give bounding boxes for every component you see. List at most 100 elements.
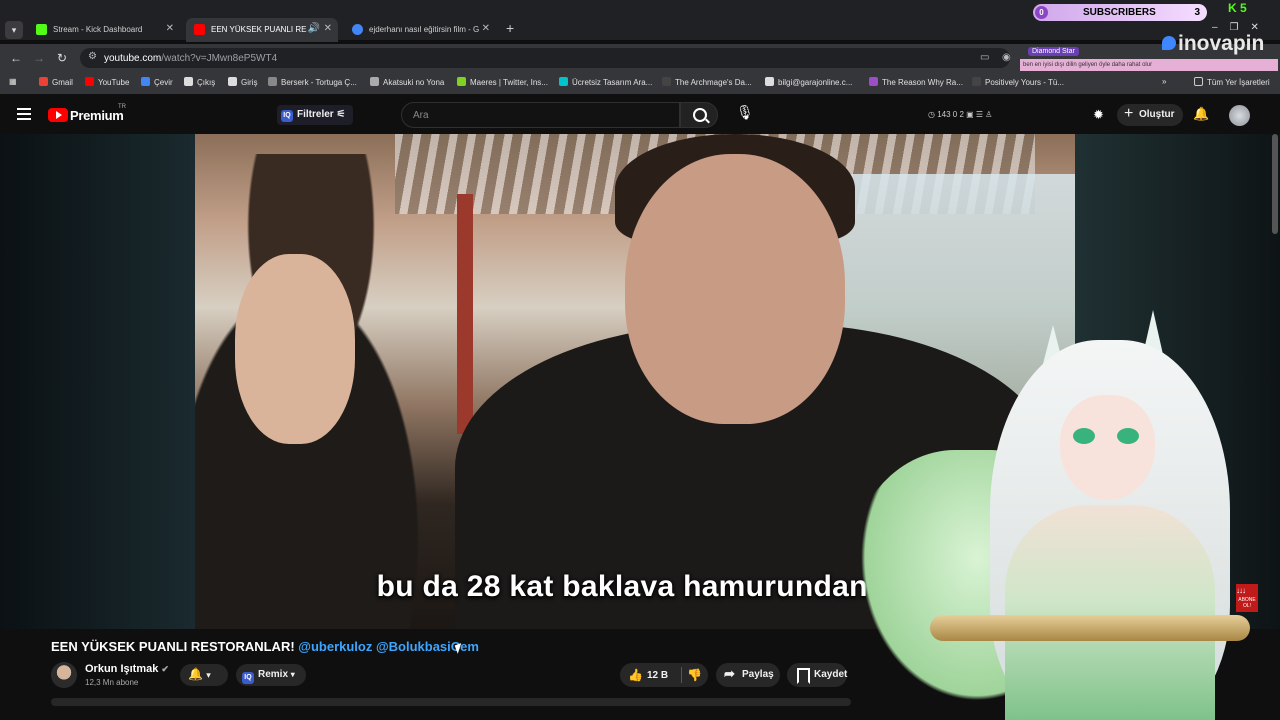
search-button[interactable]	[680, 102, 718, 128]
search-input[interactable]: Ara	[401, 102, 680, 128]
bookmark-favicon-icon	[370, 77, 379, 86]
tab-title: Stream - Kick Dashboard	[53, 25, 143, 34]
back-icon[interactable]: ←	[10, 51, 22, 65]
more-bookmarks-icon[interactable]: »	[1162, 77, 1166, 86]
bookmark-item[interactable]: The Reason Why Ra...	[869, 77, 963, 87]
google-favicon-icon	[352, 24, 363, 35]
youtube-premium-logo[interactable]: Premium	[70, 108, 124, 123]
create-button[interactable]: Oluştur	[1117, 104, 1183, 126]
notifications-icon[interactable]: 🔔	[1193, 106, 1209, 122]
thumbs-down-icon[interactable]: 👎	[687, 668, 702, 682]
bookmark-label: Maeres | Twitter, Ins...	[470, 78, 548, 87]
thumbs-up-icon[interactable]: 👍	[628, 668, 643, 682]
bookmark-item[interactable]: Giriş	[228, 77, 257, 87]
bookmark-label: The Archmage's Da...	[675, 78, 752, 87]
bookmark-label: Berserk - Tortuga Ç...	[281, 78, 357, 87]
url-path: /watch?v=JMwn8eP5WT4	[161, 53, 278, 64]
page-scrollbar[interactable]	[1272, 134, 1278, 234]
tab-title: ejderhanı nasıl eğitirsin film - G	[369, 25, 479, 34]
chevron-down-icon: ▾	[206, 670, 211, 680]
speaker-icon[interactable]: 🔊	[308, 23, 320, 34]
tab-kick-dashboard[interactable]: Stream - Kick Dashboard ✕	[28, 18, 180, 42]
video-person-right-face	[625, 154, 845, 424]
tab-youtube-video[interactable]: EEN YÜKSEK PUANLI RESTORA 🔊 ✕	[186, 18, 338, 42]
share-button[interactable]: Paylaş	[716, 663, 780, 687]
down-arrows-icon: ↓↓↓	[1236, 586, 1246, 595]
filters-button[interactable]: IQ Filtreler ⚟	[277, 105, 354, 125]
bookmark-label: Akatsuki no Yona	[383, 78, 445, 87]
sponsor-tag: Diamond Star	[1028, 47, 1079, 56]
extension-icons[interactable]: ▣ ☰ ♙	[964, 110, 992, 119]
channel-avatar[interactable]	[51, 662, 77, 688]
kick-count: 5	[1240, 1, 1247, 15]
screen: ▾ Stream - Kick Dashboard ✕ EEN YÜKSEK P…	[0, 0, 1280, 720]
bookmark-item[interactable]: Gmail	[39, 77, 73, 87]
bookmark-item[interactable]: Maeres | Twitter, Ins...	[457, 77, 548, 87]
all-bookmarks-label: Tüm Yer İşaretleri	[1207, 78, 1270, 87]
kick-favicon-icon	[36, 24, 47, 35]
menu-icon[interactable]	[17, 108, 31, 120]
video-title-mentions[interactable]: @uberkuloz @BolukbasiCem	[298, 639, 479, 654]
bookmark-item[interactable]: YouTube	[85, 77, 129, 87]
vtuber-eye-left	[1073, 428, 1095, 444]
account-avatar[interactable]	[1229, 105, 1250, 126]
bookmark-item[interactable]: Ücretsiz Tasarım Ara...	[559, 77, 652, 87]
subscriber-goal-widget: 0 SUBSCRIBERS 3	[1033, 4, 1207, 21]
like-dislike-group[interactable]: 👍 12 B 👎	[620, 663, 708, 687]
reload-icon[interactable]: ↻	[57, 51, 67, 65]
tab-title: EEN YÜKSEK PUANLI RESTORA	[211, 25, 307, 34]
description-box[interactable]	[51, 698, 851, 706]
sliders-icon: ⚟	[336, 109, 346, 120]
bookmark-favicon-icon	[141, 77, 150, 86]
bookmark-label: bilgi@garajonline.c...	[778, 78, 853, 87]
stats-values: 143 0 2	[937, 110, 964, 119]
forward-icon[interactable]: →	[33, 51, 45, 65]
remix-button[interactable]: IQ Remix ▾	[236, 664, 306, 686]
chat-ticker: ben en iyisi dışı dilin geliyen öyle dah…	[1020, 59, 1278, 71]
bookmark-item[interactable]: Berserk - Tortuga Ç...	[268, 77, 357, 87]
cast-icon[interactable]: ▭	[980, 52, 989, 63]
youtube-logo-icon[interactable]	[48, 108, 68, 122]
youtube-favicon-icon	[194, 24, 205, 35]
new-tab-button[interactable]: +	[506, 20, 514, 36]
subs-count: 3	[1194, 7, 1200, 18]
bookmark-item[interactable]: Çıkış	[184, 77, 215, 87]
verified-icon: ✔	[161, 664, 169, 674]
bookmark-favicon-icon	[268, 77, 277, 86]
subscribed-notifications-button[interactable]: 🔔 ▾	[180, 664, 228, 686]
bookmark-item[interactable]: Positively Yours - Tü...	[972, 77, 1064, 87]
bookmark-label: YouTube	[98, 78, 130, 87]
bookmark-label: Ücretsiz Tasarım Ara...	[572, 78, 653, 87]
all-bookmarks-link[interactable]: Tüm Yer İşaretleri	[1194, 77, 1270, 87]
kick-count-badge: K 5	[1228, 1, 1256, 17]
tab-search-button[interactable]: ▾	[5, 21, 23, 39]
microphone-icon[interactable]: 🎙	[736, 104, 754, 126]
channel-name[interactable]: Orkun Işıtmak ✔	[85, 663, 169, 675]
extension-badge-icon: IQ	[281, 110, 293, 122]
bookmark-label: Positively Yours - Tü...	[985, 78, 1064, 87]
bookmark-item[interactable]: bilgi@garajonline.c...	[765, 77, 852, 87]
close-tab-icon[interactable]: ✕	[324, 23, 332, 34]
channel-name-text: Orkun Işıtmak	[85, 663, 159, 675]
chevron-down-icon: ▾	[290, 670, 295, 679]
kick-logo-icon: K	[1228, 1, 1240, 15]
bookmark-item[interactable]: The Archmage's Da...	[662, 77, 752, 87]
remix-badge-icon: IQ	[242, 672, 254, 684]
save-button[interactable]: Kaydet	[787, 663, 847, 687]
url-field[interactable]: ⚙ youtube.com/watch?v=JMwn8eP5WT4	[80, 48, 1010, 68]
eye-off-icon[interactable]: ◉	[1002, 52, 1011, 63]
extension-gear-icon[interactable]: ✹	[1093, 107, 1104, 123]
bookmark-favicon-icon	[559, 77, 568, 86]
bookmark-item[interactable]: Çevir	[141, 77, 173, 87]
pin-icon	[1162, 36, 1176, 50]
search-placeholder: Ara	[413, 110, 429, 121]
bookmark-item[interactable]: Akatsuki no Yona	[370, 77, 444, 87]
tab-google-search[interactable]: ejderhanı nasıl eğitirsin film - G ✕	[344, 18, 496, 42]
channel-subscribers: 12,3 Mn abone	[85, 678, 139, 687]
site-info-icon[interactable]: ⚙	[88, 51, 97, 62]
vtuber-avatar	[845, 300, 1280, 720]
bookmark-favicon-icon	[184, 77, 193, 86]
close-tab-icon[interactable]: ✕	[166, 23, 174, 34]
close-tab-icon[interactable]: ✕	[482, 23, 490, 34]
apps-grid-icon[interactable]: ▦	[9, 77, 17, 86]
